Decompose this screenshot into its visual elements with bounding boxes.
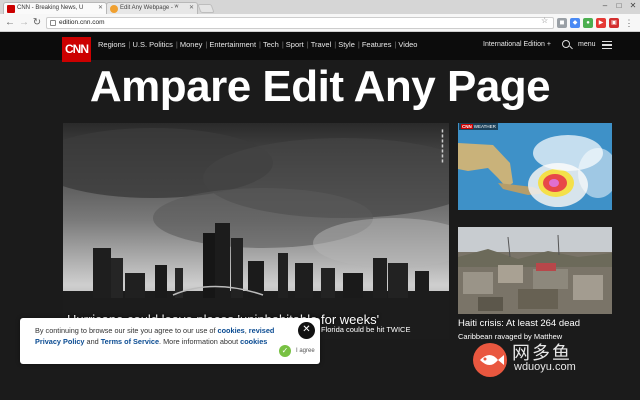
hamburger-menu-icon[interactable]	[602, 41, 612, 49]
watermark-url: wduoyu.com	[514, 361, 576, 373]
nav-separator: |	[128, 40, 131, 49]
nav-travel[interactable]: Travel	[311, 40, 332, 49]
cookies-link[interactable]: cookies	[218, 326, 245, 335]
nav-style[interactable]: Style	[338, 40, 355, 49]
weather-badge: CNN WEATHER	[459, 123, 498, 130]
weather-badge-text: WEATHER	[473, 124, 496, 129]
extension-icon-3[interactable]: ●	[583, 18, 593, 28]
page-info-icon[interactable]	[50, 20, 56, 26]
agree-button[interactable]: I agree	[296, 348, 315, 354]
nav-video[interactable]: Video	[398, 40, 417, 49]
close-window-icon[interactable]: ✕	[626, 0, 640, 12]
tab-close-icon[interactable]: ✕	[189, 4, 194, 11]
overlay-title: Ampare Edit Any Page	[89, 62, 551, 111]
reload-icon[interactable]: ↻	[31, 16, 43, 30]
extension-icon-4[interactable]: ▶	[596, 18, 606, 28]
forward-arrow-icon[interactable]: →	[18, 16, 30, 30]
browser-window: CNN - Breaking News, U ✕ Edit Any Webpag…	[0, 0, 640, 400]
nav-sport[interactable]: Sport	[286, 40, 304, 49]
tab-title: CNN - Breaking News, U	[17, 5, 84, 11]
nav-separator: |	[259, 40, 261, 49]
minimize-icon[interactable]: –	[598, 0, 612, 12]
terms-of-service-link[interactable]: Terms of Service	[101, 337, 159, 346]
nav-tech[interactable]: Tech	[263, 40, 279, 49]
main-story-subheadline[interactable]: Florida could be hit TWICE	[321, 325, 410, 334]
cnn-favicon-icon	[7, 5, 15, 13]
haiti-story-headline[interactable]: Haiti crisis: At least 264 dead	[458, 318, 580, 329]
main-story-image[interactable]	[63, 123, 449, 339]
section-nav: Regions | U.S. Politics | Money | Entertainmen…	[98, 40, 418, 49]
nav-separator: |	[357, 40, 360, 49]
menu-label[interactable]: menu	[578, 41, 596, 48]
cookie-text-3: and	[86, 337, 99, 346]
cookie-banner: By continuing to browse our site you agr…	[20, 318, 320, 364]
search-icon[interactable]	[562, 40, 570, 48]
nav-separator: |	[281, 40, 284, 49]
extension-icon-5[interactable]: ▣	[609, 18, 619, 28]
nav-separator: |	[175, 40, 178, 49]
nav-features[interactable]: Features	[362, 40, 392, 49]
photo-credit: ▮▮▮▮▮▮▮	[440, 128, 445, 163]
address-text: edition.cnn.com	[59, 19, 105, 26]
extension-icon-2[interactable]: ◆	[570, 18, 580, 28]
tab-close-icon[interactable]: ✕	[98, 4, 103, 11]
extension-favicon-icon	[110, 5, 118, 13]
maximize-icon[interactable]: □	[612, 0, 626, 12]
agree-check-icon[interactable]: ✓	[279, 345, 291, 357]
tab-title: Edit Any Webpage - ᵂ	[120, 5, 179, 11]
cookie-message: By continuing to browse our site you agr…	[35, 325, 277, 347]
nav-separator: |	[205, 40, 208, 49]
haiti-story-image[interactable]	[458, 227, 612, 314]
nav-entertainment[interactable]: Entertainment	[209, 40, 256, 49]
back-arrow-icon[interactable]: ←	[4, 16, 16, 30]
cookies-info-link[interactable]: cookies	[240, 337, 267, 346]
browser-toolbar: ← → ↻ edition.cnn.com ☆ ◼ ◆ ● ▶ ▣ ⋮	[0, 14, 640, 32]
nav-separator: |	[334, 40, 337, 49]
address-bar[interactable]: edition.cnn.com	[46, 17, 554, 29]
edition-selector[interactable]: International Edition +	[483, 41, 551, 48]
nav-money[interactable]: Money	[180, 40, 203, 49]
tab-strip: CNN - Breaking News, U ✕ Edit Any Webpag…	[0, 0, 640, 14]
extension-icon-1[interactable]: ◼	[557, 18, 567, 28]
nav-separator: |	[394, 40, 397, 49]
weather-story-image[interactable]	[458, 123, 612, 210]
tab-edit-any-webpage[interactable]: Edit Any Webpage - ᵂ ✕	[106, 2, 198, 14]
cookie-text-1: By continuing to browse our site you agr…	[35, 326, 216, 335]
new-tab-button[interactable]	[197, 4, 215, 13]
chrome-menu-icon[interactable]: ⋮	[624, 18, 634, 28]
cookie-text-4: . More information about	[159, 337, 239, 346]
cnn-logo[interactable]: CNN	[62, 37, 91, 62]
tab-cnn[interactable]: CNN - Breaking News, U ✕	[3, 2, 107, 14]
bookmark-star-icon[interactable]: ☆	[541, 16, 548, 25]
cookie-text-2: ,	[244, 326, 247, 335]
close-icon[interactable]: ✕	[298, 322, 315, 339]
nav-separator: |	[306, 40, 309, 49]
nav-us-politics[interactable]: U.S. Politics	[132, 40, 172, 49]
weather-badge-logo: CNN	[461, 124, 473, 129]
nav-regions[interactable]: Regions	[98, 40, 126, 49]
